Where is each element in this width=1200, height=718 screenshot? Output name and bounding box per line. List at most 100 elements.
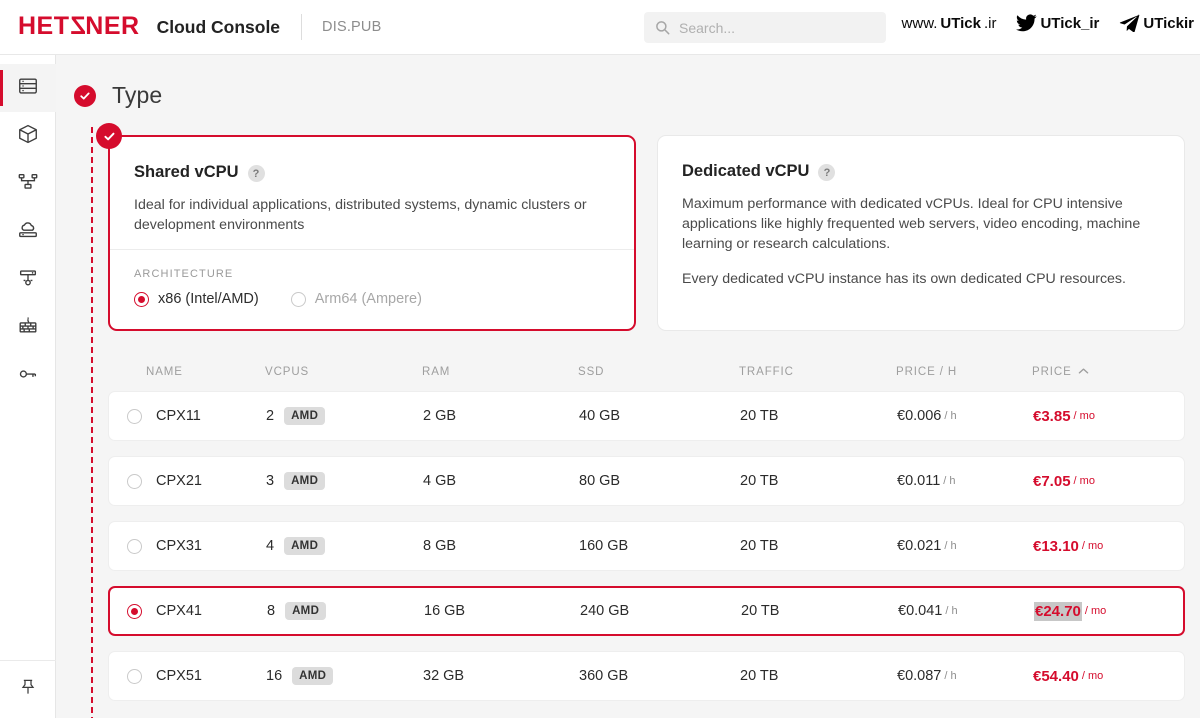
card-shared-vcpu[interactable]: Shared vCPU ? Ideal for individual appli… [96,123,636,331]
load-balancer-icon [17,171,39,198]
vcpu-count: 8 [267,603,276,619]
cell-price-per-hour: €0.041/ h [898,603,1034,619]
table-row[interactable]: CPX21 3 AMD 4 GB 80 GB 20 TB €0.011/ h €7.05/ m… [108,456,1185,506]
question-mark-icon[interactable]: ? [818,164,836,181]
row-radio-icon[interactable] [127,668,142,684]
sidebar-item-pin[interactable] [0,660,56,718]
watermark-overlay: www. UTick .ir UTick_ir UTickir [887,0,1200,46]
cpu-vendor-badge: AMD [284,407,326,425]
vcpu-count: 3 [266,473,275,489]
table-body: CPX11 2 AMD 2 GB 40 GB 20 TB €0.006/ h €3.85/ m… [108,391,1185,701]
column-header-vcpus[interactable]: VCPUS [265,366,422,378]
cpu-vendor-badge: AMD [285,602,327,620]
table-row[interactable]: CPX41 8 AMD 16 GB 240 GB 20 TB €0.041/ h €24.70… [108,586,1185,636]
logo-text-1: HET [18,11,70,40]
server-type-name: CPX51 [156,668,202,684]
row-radio-icon[interactable] [127,538,142,554]
sidebar-item-security-keys[interactable] [0,352,56,400]
page-title: Type [112,82,163,108]
price-hour-unit: / h [944,410,957,422]
cell-price-per-hour: €0.021/ h [897,538,1033,554]
row-radio-icon[interactable] [127,408,142,424]
radio-unselected-icon [290,291,306,307]
card-description-secondary: Every dedicated vCPU instance has its ow… [682,271,1126,287]
column-header-name[interactable]: NAME [108,366,265,378]
cell-name: CPX31 [109,538,266,554]
column-header-traffic[interactable]: TRAFFIC [739,366,896,378]
sidebar-item-volumes[interactable] [0,112,56,160]
server-type-name: CPX31 [156,538,202,554]
watermark-twitter-handle: UTick_ir [1040,14,1100,32]
cell-traffic: 20 TB [740,473,779,489]
watermark-site-tld: .ir [983,14,997,32]
cell-ssd: 240 GB [580,603,630,619]
architecture-option-label: Arm64 (Ampere) [314,291,422,307]
floating-ip-icon [17,267,39,294]
cell-price-per-hour: €0.006/ h [897,408,1033,424]
price-month-unit: / mo [1073,410,1095,422]
section-header-type: Type [74,82,162,109]
card-selected-check-icon [96,123,122,149]
hetzner-cloud-console: HETZNER Cloud Console DIS.PUB www.UTick.… [0,0,1200,718]
column-header-ram[interactable]: RAM [422,366,578,378]
sidebar-item-load-balancers[interactable] [0,160,56,208]
question-mark-icon[interactable]: ? [247,165,265,182]
cell-name: CPX21 [109,473,266,489]
architecture-option-label: x86 (Intel/AMD) [158,291,259,307]
sidebar-item-firewalls[interactable] [0,304,56,352]
cell-traffic: 20 TB [741,603,780,619]
column-header-price[interactable]: PRICE [1032,366,1147,378]
price-hour-unit: / h [943,475,956,487]
cell-ssd: 40 GB [579,408,621,424]
search-input[interactable] [679,19,869,36]
sort-ascending-icon [1078,366,1089,378]
cell-ssd: 360 GB [579,668,629,684]
price-month-unit: / mo [1084,605,1107,617]
vcpu-count: 2 [266,408,275,424]
vcpu-count: 4 [266,538,275,554]
hetzner-logo[interactable]: HETZNER [18,12,140,41]
table-row[interactable]: CPX11 2 AMD 2 GB 40 GB 20 TB €0.006/ h €3.85/ m… [108,391,1185,441]
sidebar-item-servers[interactable] [0,64,56,112]
card-title-row: Shared vCPU ? [134,163,610,182]
card-title-row: Dedicated vCPU ? [682,162,1160,181]
cell-vcpus: 3 AMD [266,472,423,490]
watermark-telegram: UTickir [1119,14,1194,32]
cell-price-monthly: €24.70/ mo [1034,601,1149,621]
price-hour-amount: €0.006 [897,408,942,424]
row-radio-icon[interactable] [127,473,142,489]
architecture-label: ARCHITECTURE [134,268,234,280]
watermark-website: www. UTick .ir [902,15,997,32]
cpu-vendor-badge: AMD [284,472,326,490]
column-header-price-per-hour[interactable]: PRICE / H [896,366,1032,378]
column-header-ssd[interactable]: SSD [578,366,739,378]
type-card-group: Shared vCPU ? Ideal for individual appli… [96,123,1185,331]
search-box[interactable] [644,12,886,43]
cell-vcpus: 16 AMD [266,667,423,685]
row-radio-selected-icon[interactable] [127,603,142,619]
card-dedicated-vcpu[interactable]: Dedicated vCPU ? Maximum performance wit… [657,135,1185,331]
left-sidebar [0,55,56,718]
cell-price-per-hour: €0.011/ h [897,473,1033,489]
table-row[interactable]: CPX31 4 AMD 8 GB 160 GB 20 TB €0.021/ h €13.10/… [108,521,1185,571]
sidebar-item-floating-ips[interactable] [0,256,56,304]
check-icon [74,84,96,107]
search-icon [655,20,670,35]
cell-ram: 4 GB [423,473,457,489]
architecture-option-arm64[interactable]: Arm64 (Ampere) [290,291,422,307]
sidebar-item-networks[interactable] [0,208,56,256]
project-name[interactable]: DIS.PUB [322,19,381,35]
table-row[interactable]: CPX51 16 AMD 32 GB 360 GB 20 TB €0.087/ h €54.4… [108,651,1185,701]
main-content: Type Shared vCPU ? Ideal for individual … [56,55,1200,718]
architecture-option-x86[interactable]: x86 (Intel/AMD) [134,291,259,307]
firewall-icon [17,315,39,342]
logo-text-flip: Z [69,11,86,40]
price-hour-amount: €0.011 [897,473,941,489]
cell-vcpus: 8 AMD [267,602,424,620]
step-connector-rail [91,127,93,718]
cell-ram: 32 GB [423,668,465,684]
cube-icon [17,123,39,150]
architecture-radio-group: x86 (Intel/AMD) Arm64 (Ampere) [134,291,422,307]
price-month-amount: €24.70 [1034,601,1082,621]
cell-price-monthly: €13.10/ mo [1033,538,1148,555]
